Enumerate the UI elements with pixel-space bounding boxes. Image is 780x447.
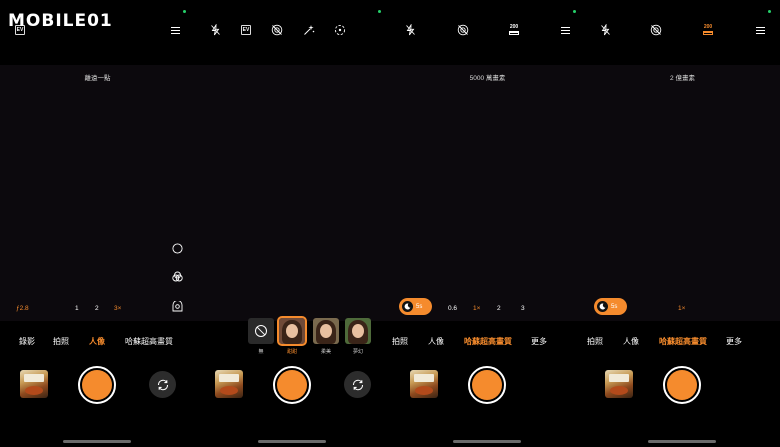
filter-none[interactable] — [248, 318, 274, 344]
viewfinder-resolution-label: 5000 萬畫素 — [469, 75, 506, 82]
shutter-button[interactable] — [273, 366, 311, 404]
mode-video[interactable]: 錄影 — [19, 336, 35, 347]
viewfinder[interactable] — [195, 65, 390, 321]
beauty-icon[interactable] — [301, 23, 317, 37]
zoom-0-6x[interactable]: 0.6 — [448, 305, 457, 312]
mobile01-watermark-logo: MOBILE01 — [8, 11, 113, 31]
megapixel-label: 200 — [509, 23, 519, 30]
gallery-thumbnail[interactable] — [215, 370, 243, 398]
filter-sweet[interactable] — [277, 316, 307, 346]
privacy-indicator — [183, 10, 186, 13]
viewfinder[interactable] — [0, 65, 195, 321]
zoom-1x[interactable]: 1× — [473, 305, 480, 312]
mode-photo[interactable]: 拍照 — [53, 336, 69, 347]
ev-label: EV — [241, 25, 251, 35]
camera-panel-hasselblad-50mp: 5000 萬畫素 200 5s 0.6 1× 2 3 拍照 人像 哈蘇超高畫質 … — [390, 0, 585, 447]
camera-panel-portrait: 離遠一點 EV ƒ2.8 1 2 3× 錄影 拍照 人像 哈蘇超高畫質 — [0, 0, 195, 447]
home-indicator[interactable] — [648, 440, 716, 443]
mode-hasselblad[interactable]: 哈蘇超高畫質 — [125, 336, 173, 347]
megapixel-label: 200 — [703, 23, 713, 30]
switch-camera-button[interactable] — [344, 371, 371, 398]
privacy-indicator — [573, 10, 576, 13]
live-photo-off-icon[interactable] — [455, 23, 471, 37]
filter-label-dreamy: 夢幻 — [352, 349, 363, 355]
viewfinder[interactable] — [585, 65, 780, 321]
zoom-1x[interactable]: 1 — [75, 305, 79, 312]
zoom-3x[interactable]: 3 — [521, 305, 525, 312]
zoom-1x[interactable]: 1× — [678, 305, 685, 312]
watermark-text: MOBILE01 — [8, 11, 113, 31]
night-duration: 5s — [416, 303, 423, 310]
night-duration: 5s — [611, 303, 618, 310]
zoom-2x[interactable]: 2 — [497, 305, 501, 312]
viewfinder-hint: 離遠一點 — [84, 75, 111, 82]
camera-panel-beauty-filters: EV 無 甜甜 柔美 夢幻 — [195, 0, 390, 447]
mode-portrait[interactable]: 人像 — [428, 336, 444, 347]
home-indicator[interactable] — [63, 440, 131, 443]
privacy-indicator — [378, 10, 381, 13]
top-toolbar: EV — [195, 0, 390, 60]
filter-label-soft: 柔美 — [320, 349, 331, 355]
night-icon — [402, 301, 413, 312]
flash-off-icon[interactable] — [402, 23, 418, 37]
mode-portrait[interactable]: 人像 — [89, 336, 105, 347]
viewfinder[interactable] — [390, 65, 585, 321]
shutter-button[interactable] — [663, 366, 701, 404]
filter-dreamy[interactable] — [345, 318, 371, 344]
portrait-settings-icon[interactable] — [171, 300, 183, 312]
gallery-thumbnail[interactable] — [20, 370, 48, 398]
megapixel-icon[interactable]: 200 — [506, 23, 522, 37]
shutter-button[interactable] — [78, 366, 116, 404]
live-photo-off-icon[interactable] — [648, 23, 664, 37]
mode-selector: 拍照 人像 哈蘇超高畫質 更多 — [390, 336, 585, 348]
home-indicator[interactable] — [258, 440, 326, 443]
home-indicator[interactable] — [453, 440, 521, 443]
megapixel-icon[interactable]: 200 — [700, 23, 716, 37]
mode-selector: 拍照 人像 哈蘇超高畫質 更多 — [585, 336, 780, 348]
mode-portrait[interactable]: 人像 — [623, 336, 639, 347]
mode-more[interactable]: 更多 — [726, 336, 742, 347]
mode-photo[interactable]: 拍照 — [587, 336, 603, 347]
menu-icon[interactable] — [167, 23, 183, 37]
mode-selector: 錄影 拍照 人像 哈蘇超高畫質 — [0, 336, 195, 348]
switch-camera-icon — [352, 379, 363, 390]
aperture-value[interactable]: ƒ2.8 — [16, 305, 29, 312]
shutter-button[interactable] — [468, 366, 506, 404]
live-photo-off-icon[interactable] — [269, 23, 285, 37]
focus-icon[interactable] — [332, 23, 348, 37]
ev-icon[interactable]: EV — [238, 23, 254, 37]
mode-more[interactable]: 更多 — [531, 336, 547, 347]
camera-panel-hasselblad-200mp: 2 億畫素 200 5s 1× 拍照 人像 哈蘇超高畫質 更多 — [585, 0, 780, 447]
top-toolbar: 200 — [390, 0, 585, 60]
flash-off-icon[interactable] — [207, 23, 223, 37]
switch-camera-button[interactable] — [149, 371, 176, 398]
filter-label-none: 無 — [258, 349, 264, 355]
mode-hasselblad[interactable]: 哈蘇超高畫質 — [659, 336, 707, 347]
top-toolbar: 200 — [585, 0, 780, 60]
mode-photo[interactable]: 拍照 — [392, 336, 408, 347]
filter-soft[interactable] — [313, 318, 339, 344]
zoom-3x[interactable]: 3× — [114, 305, 121, 312]
privacy-indicator — [768, 10, 771, 13]
night-mode-toggle[interactable]: 5s — [399, 298, 432, 315]
mode-hasselblad[interactable]: 哈蘇超高畫質 — [464, 336, 512, 347]
filter-layers-icon[interactable] — [171, 270, 183, 282]
flash-off-icon[interactable] — [597, 23, 613, 37]
menu-icon[interactable] — [557, 23, 573, 37]
menu-icon[interactable] — [752, 23, 768, 37]
night-icon — [597, 301, 608, 312]
zoom-2x[interactable]: 2 — [95, 305, 99, 312]
shutter-circle-icon[interactable] — [171, 242, 183, 254]
filter-label-sweet: 甜甜 — [286, 349, 297, 355]
switch-camera-icon — [157, 379, 168, 390]
night-mode-toggle[interactable]: 5s — [594, 298, 627, 315]
none-icon — [255, 325, 267, 337]
viewfinder-resolution-label: 2 億畫素 — [670, 75, 695, 82]
gallery-thumbnail[interactable] — [605, 370, 633, 398]
gallery-thumbnail[interactable] — [410, 370, 438, 398]
